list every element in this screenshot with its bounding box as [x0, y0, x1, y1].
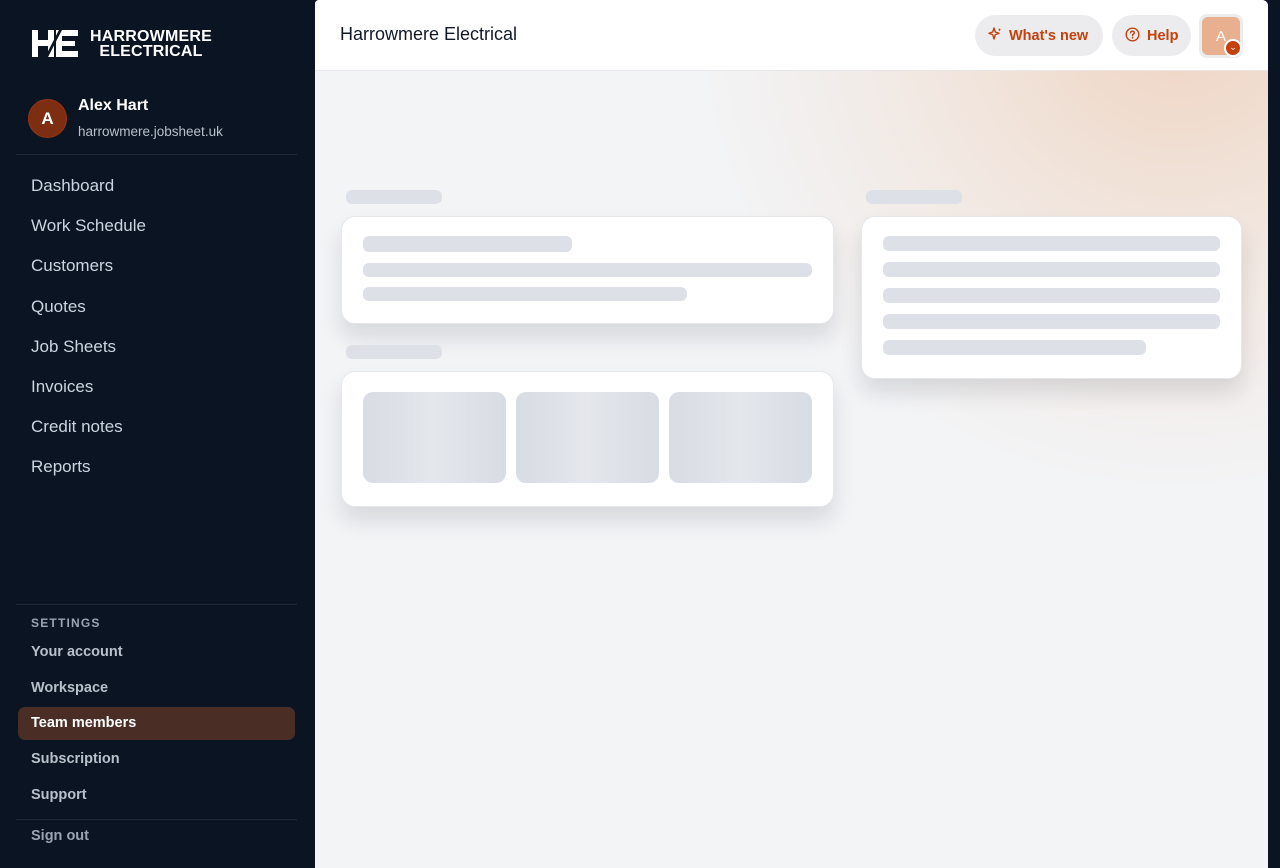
- skeleton-card: [861, 216, 1242, 379]
- skeleton-line: [363, 287, 687, 301]
- brand-logo[interactable]: HARROWMERE ELECTRICAL: [30, 28, 212, 59]
- skeleton-line: [883, 236, 1220, 251]
- sign-out-link[interactable]: Sign out: [31, 828, 89, 844]
- skeleton-line: [883, 288, 1220, 303]
- nav-item-job-sheets[interactable]: Job Sheets: [31, 327, 146, 367]
- skeleton-heading: [346, 190, 442, 204]
- brand-line1: HARROWMERE: [90, 27, 212, 45]
- brand-line2: ELECTRICAL: [99, 42, 203, 60]
- skeleton-tile: [363, 392, 506, 483]
- skeleton-tile: [516, 392, 659, 483]
- divider: [16, 604, 297, 605]
- profile-domain: harrowmere.jobsheet.uk: [78, 124, 223, 139]
- whats-new-button[interactable]: What's new: [975, 15, 1103, 56]
- brand-name: HARROWMERE ELECTRICAL: [90, 27, 212, 60]
- nav-item-invoices[interactable]: Invoices: [31, 367, 146, 407]
- skeleton-line: [883, 314, 1220, 329]
- nav-item-customers[interactable]: Customers: [31, 246, 146, 286]
- nav-item-credit-notes[interactable]: Credit notes: [31, 407, 146, 447]
- avatar: A: [28, 99, 67, 138]
- help-circle-icon: [1125, 26, 1140, 45]
- help-label: Help: [1147, 27, 1179, 44]
- settings-item-team-members[interactable]: Team members: [18, 707, 295, 741]
- nav-item-dashboard[interactable]: Dashboard: [31, 166, 146, 206]
- main-nav: Dashboard Work Schedule Customers Quotes…: [31, 166, 146, 488]
- divider: [16, 819, 297, 820]
- skeleton-line: [363, 263, 812, 277]
- settings-nav: Your account Workspace Team members Subs…: [18, 636, 295, 814]
- nav-item-reports[interactable]: Reports: [31, 447, 146, 487]
- sparkle-icon: [988, 27, 1002, 44]
- skeleton-card: [341, 371, 834, 507]
- settings-item-workspace[interactable]: Workspace: [18, 672, 295, 705]
- divider: [16, 154, 297, 155]
- profile-info: Alex Hart harrowmere.jobsheet.uk: [78, 96, 223, 139]
- profile-name: Alex Hart: [78, 97, 149, 114]
- whats-new-label: What's new: [1009, 27, 1089, 44]
- top-bar: Harrowmere Electrical What's new Help A …: [315, 0, 1268, 71]
- skeleton-line: [883, 340, 1146, 355]
- sidebar: HARROWMERE ELECTRICAL A Alex Hart harrow…: [0, 0, 315, 868]
- skeleton-card: [341, 216, 834, 324]
- nav-item-work-schedule[interactable]: Work Schedule: [31, 206, 146, 246]
- help-button[interactable]: Help: [1112, 15, 1191, 56]
- skeleton-heading: [346, 345, 442, 359]
- settings-item-support[interactable]: Support: [18, 779, 295, 812]
- he-monogram-icon: [32, 28, 78, 59]
- user-menu-button[interactable]: A ⌄: [1199, 14, 1243, 58]
- skeleton-line: [883, 262, 1220, 277]
- user-profile[interactable]: A Alex Hart harrowmere.jobsheet.uk: [28, 96, 223, 139]
- settings-item-your-account[interactable]: Your account: [18, 636, 295, 669]
- skeleton-tile: [669, 392, 812, 483]
- nav-item-quotes[interactable]: Quotes: [31, 287, 146, 327]
- skeleton-line: [363, 236, 572, 252]
- chevron-down-icon: ⌄: [1224, 39, 1242, 57]
- settings-item-subscription[interactable]: Subscription: [18, 743, 295, 776]
- page-title: Harrowmere Electrical: [340, 24, 518, 44]
- settings-heading: SETTINGS: [31, 616, 101, 630]
- main-panel: Harrowmere Electrical What's new Help A …: [315, 0, 1268, 868]
- skeleton-heading: [866, 190, 962, 204]
